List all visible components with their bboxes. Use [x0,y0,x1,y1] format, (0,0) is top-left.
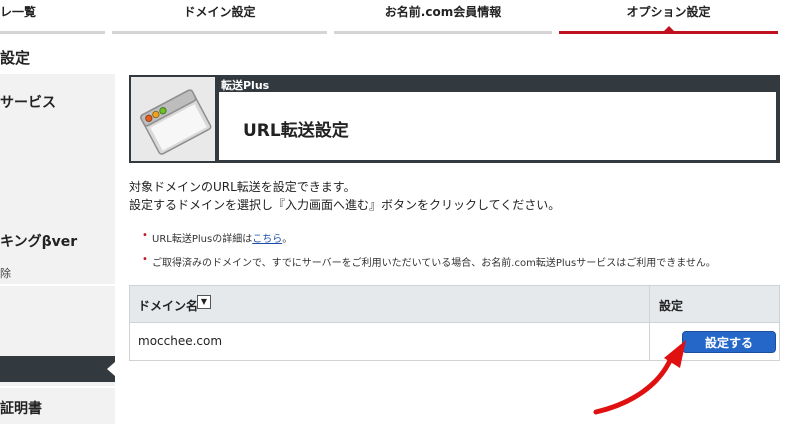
tab-label: お名前.com会員情報 [384,5,502,19]
sidebar-item-remove[interactable]: 除 [0,265,11,281]
sidebar-item-service[interactable]: サービス [0,92,56,112]
tab-label: オプション設定 [626,5,711,19]
red-arrow-annotation [593,340,686,415]
note-2-text: ご取得済みのドメインで、すでにサーバーをご利用いただいている場合、お名前.com… [152,258,716,269]
service-title-box: URL転送設定 [219,92,776,160]
sort-down-icon[interactable]: ▼ [197,295,211,309]
tab-label: レ一覧 [0,5,37,19]
description-line-1: 対象ドメインのURL転送を設定できます。 [129,180,356,194]
service-title: URL転送設定 [243,121,349,141]
details-link[interactable]: こちら [252,234,282,245]
tab-label: ドメイン設定 [183,5,256,19]
sidebar-active-item[interactable] [0,356,115,382]
note-2: • ご取得済みのドメインで、すでにサーバーをご利用いただいている場合、お名前.c… [142,254,716,269]
browser-window-icon [140,89,212,155]
note-1-prefix: URL転送Plusの詳細は [152,234,253,245]
note-1: • URL転送Plusの詳細はこちら。 [142,230,293,245]
service-icon-box [131,77,215,161]
sidebar-item-ranking[interactable]: キングβver [0,231,77,251]
page-title: 設定 [0,49,31,67]
tab-domain-settings[interactable]: ドメイン設定 [112,0,327,34]
setting-button[interactable]: 設定する [682,331,776,353]
sidebar: サービス キングβver 除 証明書 [0,74,115,424]
column-header-setting: 設定 [659,299,684,313]
service-header: 転送Plus URL転送設定 [129,75,780,163]
service-name: 転送Plus [221,79,270,92]
bullet-icon: • [142,230,148,241]
table-header: ドメイン名 ▼ 設定 [130,286,779,323]
tab-member-info[interactable]: お名前.com会員情報 [334,0,552,34]
bullet-icon: • [142,254,148,265]
column-header-domain: ドメイン名 [138,299,199,313]
tab-option-settings[interactable]: オプション設定 [559,0,778,34]
description-line-2: 設定するドメインを選択し『入力画面へ進む』ボタンをクリックしてください。 [129,198,561,212]
sidebar-item-certificate[interactable]: 証明書 [0,398,42,418]
sidebar-divider [0,284,115,286]
note-1-suffix: 。 [282,234,293,245]
domain-cell: mocchee.com [138,334,223,348]
active-notch [107,362,115,376]
active-tab-caret [663,26,674,31]
top-tabs: レ一覧 ドメイン設定 お名前.com会員情報 オプション設定 [0,0,791,34]
sidebar-divider [0,386,115,388]
tab-domain-list[interactable]: レ一覧 [0,0,105,34]
